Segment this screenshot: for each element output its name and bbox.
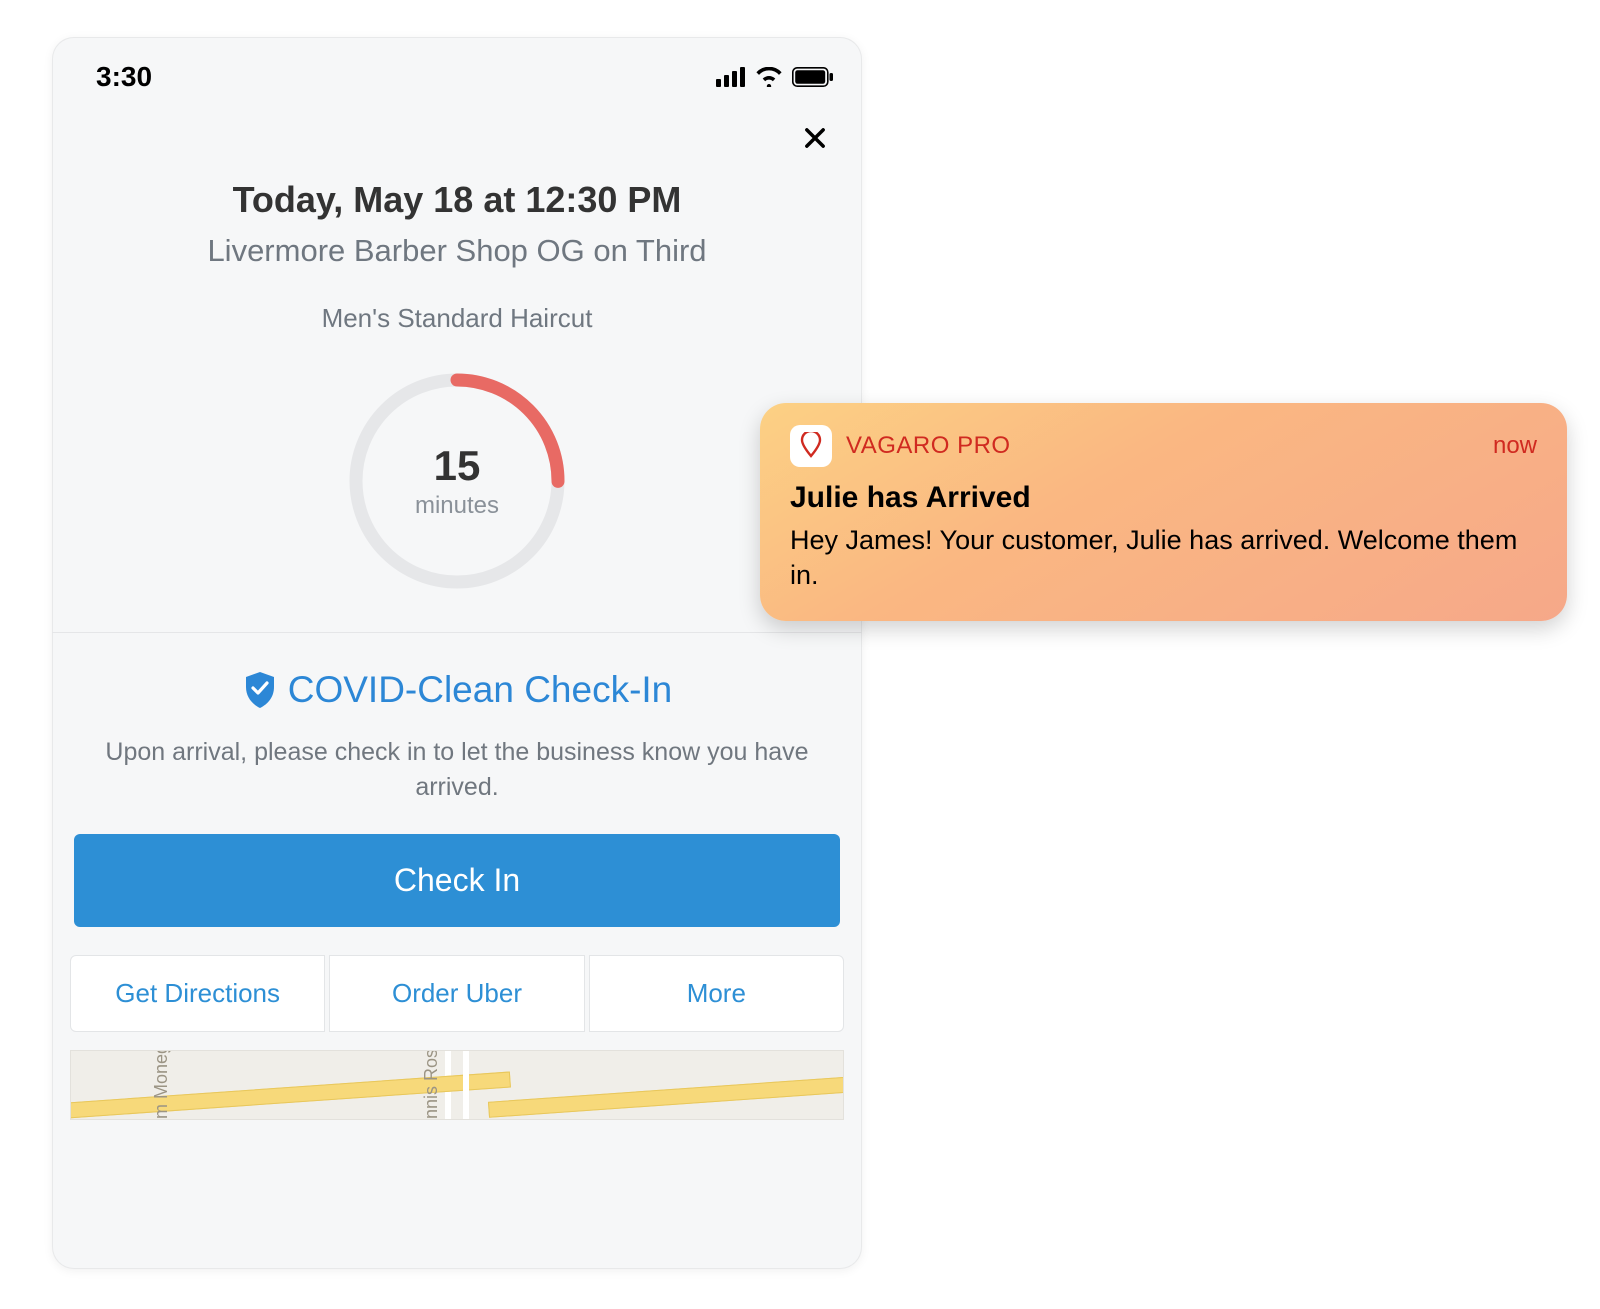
close-button[interactable] [798,121,832,155]
push-notification[interactable]: VAGARO PRO now Julie has Arrived Hey Jam… [760,403,1567,621]
phone-frame: 3:30 Today, May 18 at 12:30 PM Livermore… [52,37,862,1269]
notification-body: Hey James! Your customer, Julie has arri… [790,523,1537,593]
notification-app-name: VAGARO PRO [846,432,1011,460]
countdown-unit: minutes [415,492,499,520]
close-icon [801,124,829,152]
map-label: m Moneg [151,1050,172,1119]
covid-section: COVID-Clean Check-In Upon arrival, pleas… [52,633,862,804]
more-button[interactable]: More [589,955,844,1032]
status-time: 3:30 [96,61,152,93]
countdown-value: 15 [434,442,481,490]
notification-title: Julie has Arrived [790,481,1537,515]
countdown-ring: 15 minutes [342,366,572,596]
appointment-header: Today, May 18 at 12:30 PM Livermore Barb… [52,161,862,342]
app-icon [790,425,832,467]
wifi-icon [755,67,783,87]
appointment-service: Men's Standard Haircut [82,303,832,334]
order-uber-button[interactable]: Order Uber [329,955,584,1032]
covid-heading: COVID-Clean Check-In [288,669,673,711]
notification-time: now [1493,432,1537,460]
map-preview[interactable]: m Moneg nnis Ros [70,1050,844,1120]
battery-icon [792,67,834,87]
appointment-datetime: Today, May 18 at 12:30 PM [82,179,832,221]
shield-icon [242,670,278,710]
covid-description: Upon arrival, please check in to let the… [80,735,834,804]
check-in-button[interactable]: Check In [74,834,840,927]
action-bar: Get Directions Order Uber More [70,955,844,1032]
status-bar: 3:30 [52,37,862,107]
get-directions-button[interactable]: Get Directions [70,955,325,1032]
appointment-location: Livermore Barber Shop OG on Third [82,233,832,269]
map-label: nnis Ros [421,1050,442,1119]
status-icons [716,67,834,87]
vagaro-logo-icon [797,432,825,460]
check-in-label: Check In [394,862,520,898]
cellular-icon [716,67,746,87]
